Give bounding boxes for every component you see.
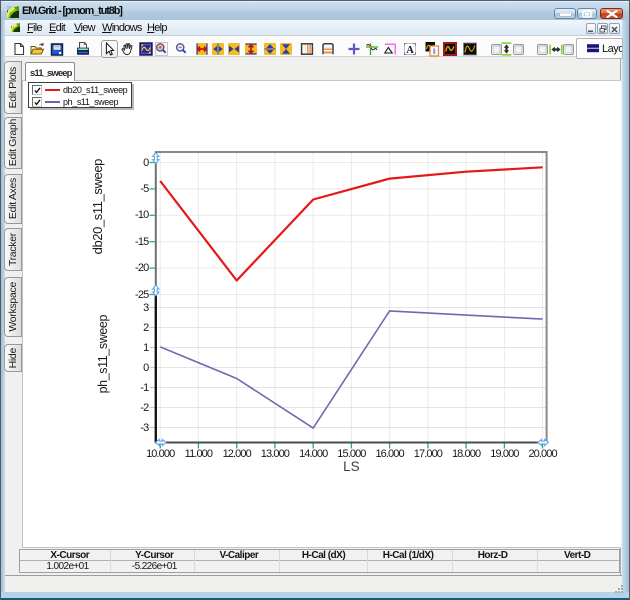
svg-text:A: A xyxy=(406,45,414,56)
